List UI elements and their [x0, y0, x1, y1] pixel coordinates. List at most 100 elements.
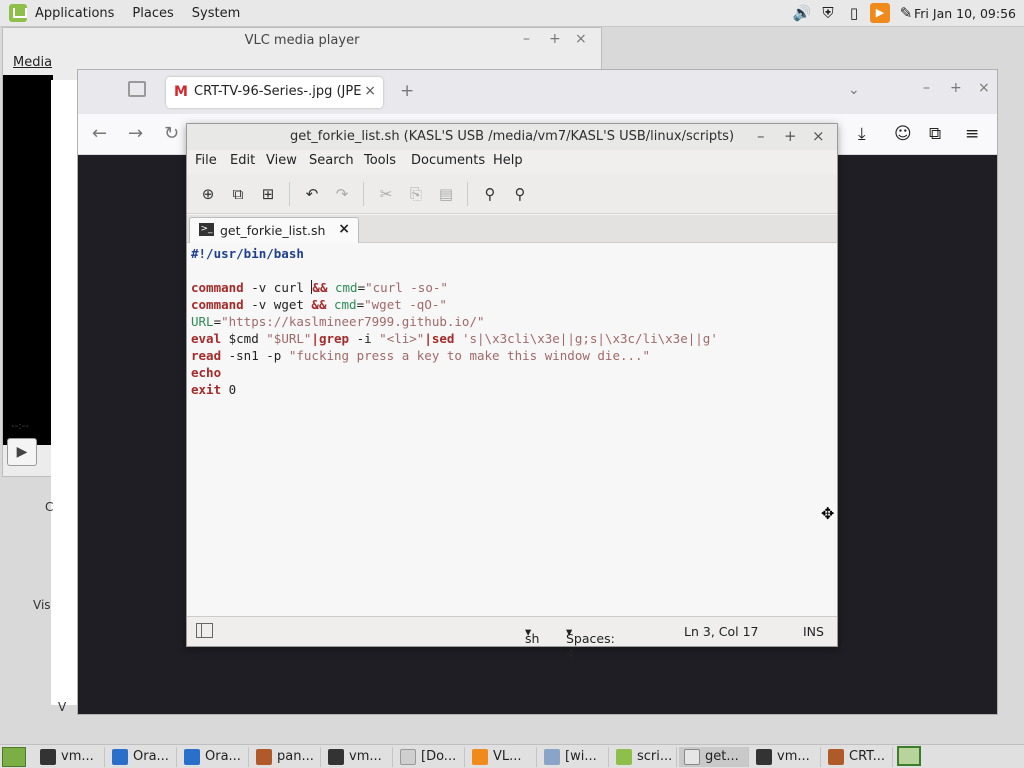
- virtualbox-icon: [184, 749, 200, 765]
- vlc-time: --:--: [11, 421, 29, 432]
- applications-menu[interactable]: Applications: [35, 6, 114, 21]
- volume-icon[interactable]: 🔊: [792, 3, 812, 23]
- vlc-tray-icon[interactable]: ▶: [870, 3, 890, 23]
- search-icon[interactable]: ⚲: [480, 184, 500, 204]
- text-editor-icon: [684, 749, 700, 765]
- reload-icon[interactable]: ↻: [164, 123, 179, 144]
- back-icon[interactable]: ←: [92, 123, 107, 144]
- shield-icon[interactable]: ⛨: [818, 3, 838, 23]
- terminal-icon: [756, 749, 772, 765]
- mint-menu-icon[interactable]: [9, 4, 27, 22]
- code-line-4: command -v wget && cmd="wget -qO-": [191, 296, 447, 313]
- forward-icon[interactable]: →: [128, 123, 143, 144]
- taskbar-item-label: Ora...: [133, 749, 169, 764]
- workspace-switcher[interactable]: [897, 746, 921, 766]
- folder-icon: [616, 749, 632, 765]
- copy-icon[interactable]: ⎘: [406, 184, 426, 204]
- undo-icon[interactable]: ↶: [302, 184, 322, 204]
- tab-overview-icon[interactable]: [128, 81, 146, 97]
- show-desktop-button[interactable]: [2, 747, 26, 767]
- hamburger-menu-icon[interactable]: ≡: [965, 124, 979, 144]
- browser-tab[interactable]: M CRT-TV-96-Series-.jpg (JPEG ×: [166, 77, 383, 108]
- close-icon[interactable]: ×: [812, 127, 825, 145]
- code-token: 0: [221, 382, 237, 397]
- side-panel-icon[interactable]: [196, 623, 213, 638]
- code-token: =: [357, 280, 366, 295]
- toolbar-separator: [363, 182, 364, 206]
- language-selector[interactable]: sh ▾: [525, 624, 539, 646]
- menu-search[interactable]: Search: [309, 153, 354, 168]
- menu-view[interactable]: View: [266, 153, 297, 168]
- pen-icon[interactable]: ✎: [896, 3, 916, 23]
- taskbar-item[interactable]: [wi...: [539, 747, 609, 767]
- maximize-icon[interactable]: +: [549, 31, 561, 47]
- code-token: cmd: [327, 280, 358, 295]
- account-icon[interactable]: ☺: [894, 124, 912, 144]
- top-panel: Applications Places System 🔊 ⛨ ▯ ▶ ✎ Fri…: [0, 0, 1024, 27]
- code-token: "https://kaslmineer7999.github.io/": [221, 314, 485, 329]
- search-replace-icon[interactable]: ⚲: [510, 184, 530, 204]
- desktop-label: Vis: [33, 598, 51, 612]
- document-tab[interactable]: >_ get_forkie_list.sh ×: [189, 217, 359, 244]
- menu-documents[interactable]: Documents: [411, 153, 485, 168]
- window-icon: [544, 749, 560, 765]
- code-token: cmd: [326, 297, 357, 312]
- code-token: "curl -so-": [365, 280, 448, 295]
- taskbar-item[interactable]: VL...: [467, 747, 537, 767]
- document-tab-label: get_forkie_list.sh: [220, 223, 326, 238]
- cursor-position[interactable]: Ln 3, Col 17: [684, 624, 759, 639]
- taskbar-item[interactable]: vm...: [323, 747, 393, 767]
- taskbar-item[interactable]: scri...: [611, 747, 677, 767]
- play-button[interactable]: ▶: [7, 438, 37, 466]
- vlc-video-area: [3, 75, 53, 445]
- minimize-icon[interactable]: –: [757, 127, 765, 145]
- new-document-icon[interactable]: ⊕: [198, 184, 218, 204]
- close-icon[interactable]: ×: [978, 80, 990, 96]
- redo-icon[interactable]: ↷: [332, 184, 352, 204]
- taskbar-item[interactable]: vm...: [751, 747, 821, 767]
- places-menu[interactable]: Places: [132, 6, 173, 21]
- vlc-media-menu[interactable]: Media: [13, 55, 52, 70]
- insert-mode[interactable]: INS: [803, 624, 824, 639]
- download-icon[interactable]: ⤓: [858, 124, 866, 144]
- code-token: |grep: [311, 331, 350, 346]
- taskbar-item-label: vm...: [777, 749, 810, 764]
- tab-width-selector[interactable]: Spaces: 4 ▾: [566, 624, 615, 661]
- code-editor[interactable]: #!/usr/bin/bash command -v curl && cmd="…: [187, 243, 837, 616]
- taskbar-item[interactable]: vm...: [35, 747, 105, 767]
- taskbar-item[interactable]: Ora...: [179, 747, 249, 767]
- taskbar-item[interactable]: [Do...: [395, 747, 465, 767]
- close-document-icon[interactable]: ×: [338, 221, 350, 237]
- menu-edit[interactable]: Edit: [230, 153, 255, 168]
- taskbar-item[interactable]: Ora...: [107, 747, 177, 767]
- minimize-icon[interactable]: –: [523, 31, 530, 47]
- new-tab-icon[interactable]: +: [400, 81, 414, 101]
- menu-help[interactable]: Help: [493, 153, 523, 168]
- maximize-icon[interactable]: +: [784, 127, 797, 145]
- document-tabstrip: >_ get_forkie_list.sh ×: [187, 215, 837, 244]
- update-icon[interactable]: ▯: [844, 3, 864, 23]
- gedit-title: get_forkie_list.sh (KASL'S USB /media/vm…: [289, 129, 735, 144]
- menu-file[interactable]: File: [195, 153, 217, 168]
- close-tab-icon[interactable]: ×: [364, 83, 376, 99]
- maximize-icon[interactable]: +: [950, 80, 962, 96]
- code-line-5: URL="https://kaslmineer7999.github.io/": [191, 313, 485, 330]
- save-document-icon[interactable]: ⊞: [258, 184, 278, 204]
- clock[interactable]: Fri Jan 10, 09:56: [914, 6, 1016, 21]
- open-document-icon[interactable]: ⧉: [228, 184, 248, 204]
- taskbar-item-active[interactable]: get...: [679, 747, 749, 767]
- taskbar-item[interactable]: pan...: [251, 747, 321, 767]
- cut-icon[interactable]: ✂: [376, 184, 396, 204]
- paste-icon[interactable]: ▤: [436, 184, 456, 204]
- minimize-icon[interactable]: –: [923, 80, 930, 96]
- extensions-icon[interactable]: ⧉: [929, 124, 941, 144]
- menu-tools[interactable]: Tools: [364, 153, 396, 168]
- system-menu[interactable]: System: [192, 6, 240, 21]
- taskbar-item-label: Ora...: [205, 749, 241, 764]
- gedit-titlebar: get_forkie_list.sh (KASL'S USB /media/vm…: [187, 124, 837, 150]
- close-icon[interactable]: ×: [575, 31, 587, 47]
- taskbar-item[interactable]: CRT...: [823, 747, 893, 767]
- chevron-down-icon[interactable]: ⌄: [848, 82, 860, 98]
- taskbar-item-label: get...: [705, 749, 739, 764]
- terminal-icon: [40, 749, 56, 765]
